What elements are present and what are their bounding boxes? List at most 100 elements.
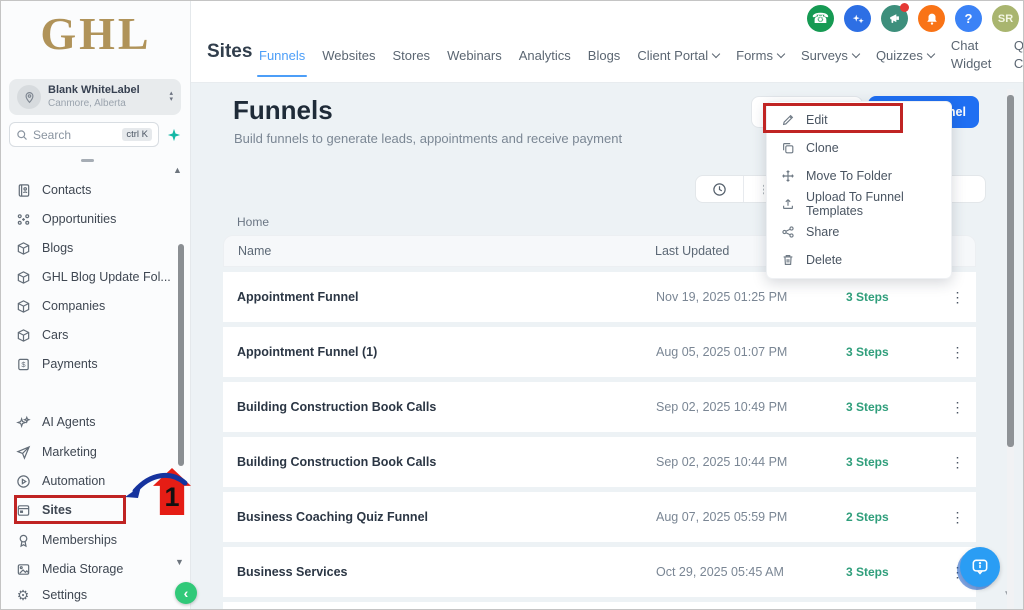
table-row[interactable]: Building Construction Book Calls Sep 02,… — [223, 437, 976, 487]
main-scrollbar-track[interactable] — [1007, 89, 1014, 610]
account-name: Blank WhiteLabel — [48, 84, 140, 97]
menu-item-edit[interactable]: Edit — [767, 106, 951, 134]
table-row[interactable]: Business Coaching Quiz Funnel Aug 07, 20… — [223, 492, 976, 542]
kebab-menu-icon[interactable]: ⋮ — [938, 289, 976, 306]
funnel-updated: Aug 05, 2025 01:07 PM — [656, 345, 846, 359]
recent-view-button[interactable] — [696, 176, 744, 202]
tab-quizzes[interactable]: Quizzes — [876, 48, 934, 63]
help-icon[interactable]: ? — [955, 5, 982, 32]
sidebar-item-opportunities[interactable]: Opportunities — [15, 205, 116, 233]
sidebar-item-automation[interactable]: Automation — [15, 467, 105, 495]
kebab-menu-icon[interactable]: ⋮ — [938, 509, 976, 526]
funnel-name[interactable]: Business Coaching Quiz Funnel — [223, 510, 656, 524]
table-row[interactable]: Appointment Funnel (1) Aug 05, 2025 01:0… — [223, 327, 976, 377]
funnels-table: Name Last Updated Appointment Funnel Nov… — [223, 235, 976, 610]
send-icon — [15, 445, 31, 460]
funnel-name[interactable]: Appointment Funnel — [223, 290, 656, 304]
sidebar-item-ai-agents[interactable]: AI Agents — [15, 408, 96, 436]
chat-widget-button[interactable] — [960, 547, 1000, 587]
sidebar-scroll-up-icon[interactable]: ▲ — [173, 165, 182, 175]
search-icon — [16, 129, 28, 141]
tab-forms[interactable]: Forms — [736, 48, 784, 63]
phone-icon[interactable]: ☎ — [807, 5, 834, 32]
sidebar-item-label: Automation — [42, 474, 105, 488]
tab-webinars[interactable]: Webinars — [447, 48, 502, 63]
funnel-steps[interactable]: 3 Steps — [846, 345, 938, 359]
funnel-steps[interactable]: 3 Steps — [846, 455, 938, 469]
funnel-steps[interactable]: 3 Steps — [846, 290, 938, 304]
user-avatar[interactable]: SR — [992, 5, 1019, 32]
chevron-down-icon — [852, 49, 860, 57]
payments-icon: $ — [15, 357, 31, 372]
sidebar-scroll-down-icon[interactable]: ▼ — [175, 557, 184, 567]
tab-client-portal[interactable]: Client Portal — [637, 48, 719, 63]
trash-icon — [781, 253, 795, 267]
kebab-menu-icon[interactable]: ⋮ — [938, 344, 976, 361]
upload-icon — [781, 197, 795, 211]
gear-icon: ⚙ — [15, 587, 31, 604]
sidebar-item-media-storage[interactable]: Media Storage — [15, 555, 123, 583]
funnel-name[interactable]: Appointment Funnel (1) — [223, 345, 656, 359]
sidebar-item-cars[interactable]: Cars — [15, 321, 68, 349]
sidebar-item-label: GHL Blog Update Fol... — [42, 270, 171, 284]
funnel-steps[interactable]: 3 Steps — [846, 565, 938, 579]
table-row[interactable]: Appointment Funnel Nov 19, 2025 01:25 PM… — [223, 272, 976, 322]
main-scrollbar-thumb[interactable] — [1007, 95, 1014, 447]
search-placeholder: Search — [33, 128, 71, 142]
page-title: Funnels — [233, 95, 333, 126]
ai-sparkle-icon[interactable] — [844, 5, 871, 32]
ai-agents-icon — [15, 415, 31, 430]
funnel-name[interactable]: Building Construction Book Calls — [223, 455, 656, 469]
account-switcher[interactable]: Blank WhiteLabel Canmore, Alberta ▴▾ — [9, 79, 181, 115]
sidebar-collapse-button[interactable]: ‹ — [175, 582, 197, 604]
tab-blogs[interactable]: Blogs — [588, 48, 621, 63]
sidebar-item-label: Companies — [42, 299, 105, 313]
tab-funnels[interactable]: Funnels — [259, 48, 305, 63]
tab-chat-widget[interactable]: Chat Widget — [951, 37, 997, 72]
funnel-updated: Aug 07, 2025 05:59 PM — [656, 510, 846, 524]
sidebar-item-companies[interactable]: Companies — [15, 292, 105, 320]
ai-sparkle-button[interactable] — [162, 123, 185, 146]
page-subtitle: Build funnels to generate leads, appoint… — [234, 131, 622, 146]
sidebar-item-label: AI Agents — [42, 415, 96, 429]
nav-tabs: Funnels Websites Stores Webinars Analyti… — [259, 29, 1024, 81]
column-header-name[interactable]: Name — [224, 244, 655, 258]
sidebar-item-memberships[interactable]: Memberships — [15, 526, 117, 554]
tab-stores[interactable]: Stores — [392, 48, 430, 63]
tab-analytics[interactable]: Analytics — [519, 48, 571, 63]
funnel-steps[interactable]: 2 Steps — [846, 510, 938, 524]
funnel-updated: Nov 19, 2025 01:25 PM — [656, 290, 846, 304]
tab-surveys[interactable]: Surveys — [801, 48, 859, 63]
sidebar-item-marketing[interactable]: Marketing — [15, 438, 97, 466]
bell-icon[interactable] — [918, 5, 945, 32]
search-input[interactable]: Search ctrl K — [9, 122, 159, 147]
menu-item-move-to-folder[interactable]: Move To Folder — [767, 162, 951, 190]
funnel-name[interactable]: Building Construction Book Calls — [223, 400, 656, 414]
chevron-updown-icon: ▴▾ — [169, 91, 173, 102]
sidebar-item-settings[interactable]: ⚙ Settings — [15, 581, 87, 609]
annotation-box-sites — [14, 495, 126, 524]
clone-icon — [781, 141, 795, 155]
menu-item-upload-to-funnel-templates[interactable]: Upload To Funnel Templates — [767, 190, 951, 218]
tab-qr-codes[interactable]: QR Codes — [1014, 37, 1024, 72]
funnel-name[interactable]: Business Services — [223, 565, 656, 579]
menu-item-delete[interactable]: Delete — [767, 246, 951, 274]
sidebar-item-contacts[interactable]: Contacts — [15, 176, 91, 204]
sidebar-item-label: Contacts — [42, 183, 91, 197]
table-row[interactable]: Business Services Oct 29, 2025 05:45 AM … — [223, 547, 976, 597]
funnel-steps[interactable]: 3 Steps — [846, 400, 938, 414]
tab-websites[interactable]: Websites — [322, 48, 375, 63]
cube-icon — [15, 299, 31, 314]
sidebar-item-ghl-blog-update-folder[interactable]: GHL Blog Update Fol... — [15, 263, 171, 291]
sidebar-item-label: Cars — [42, 328, 68, 342]
breadcrumb[interactable]: Home — [237, 215, 269, 229]
sidebar-item-payments[interactable]: $ Payments — [15, 350, 98, 378]
announcements-icon[interactable] — [881, 5, 908, 32]
menu-item-clone[interactable]: Clone — [767, 134, 951, 162]
sidebar-scrollbar[interactable] — [178, 244, 184, 466]
kebab-menu-icon[interactable]: ⋮ — [938, 454, 976, 471]
kebab-menu-icon[interactable]: ⋮ — [938, 399, 976, 416]
table-row[interactable]: Building Construction Book Calls Sep 02,… — [223, 382, 976, 432]
menu-item-share[interactable]: Share — [767, 218, 951, 246]
sidebar-item-blogs[interactable]: Blogs — [15, 234, 73, 262]
